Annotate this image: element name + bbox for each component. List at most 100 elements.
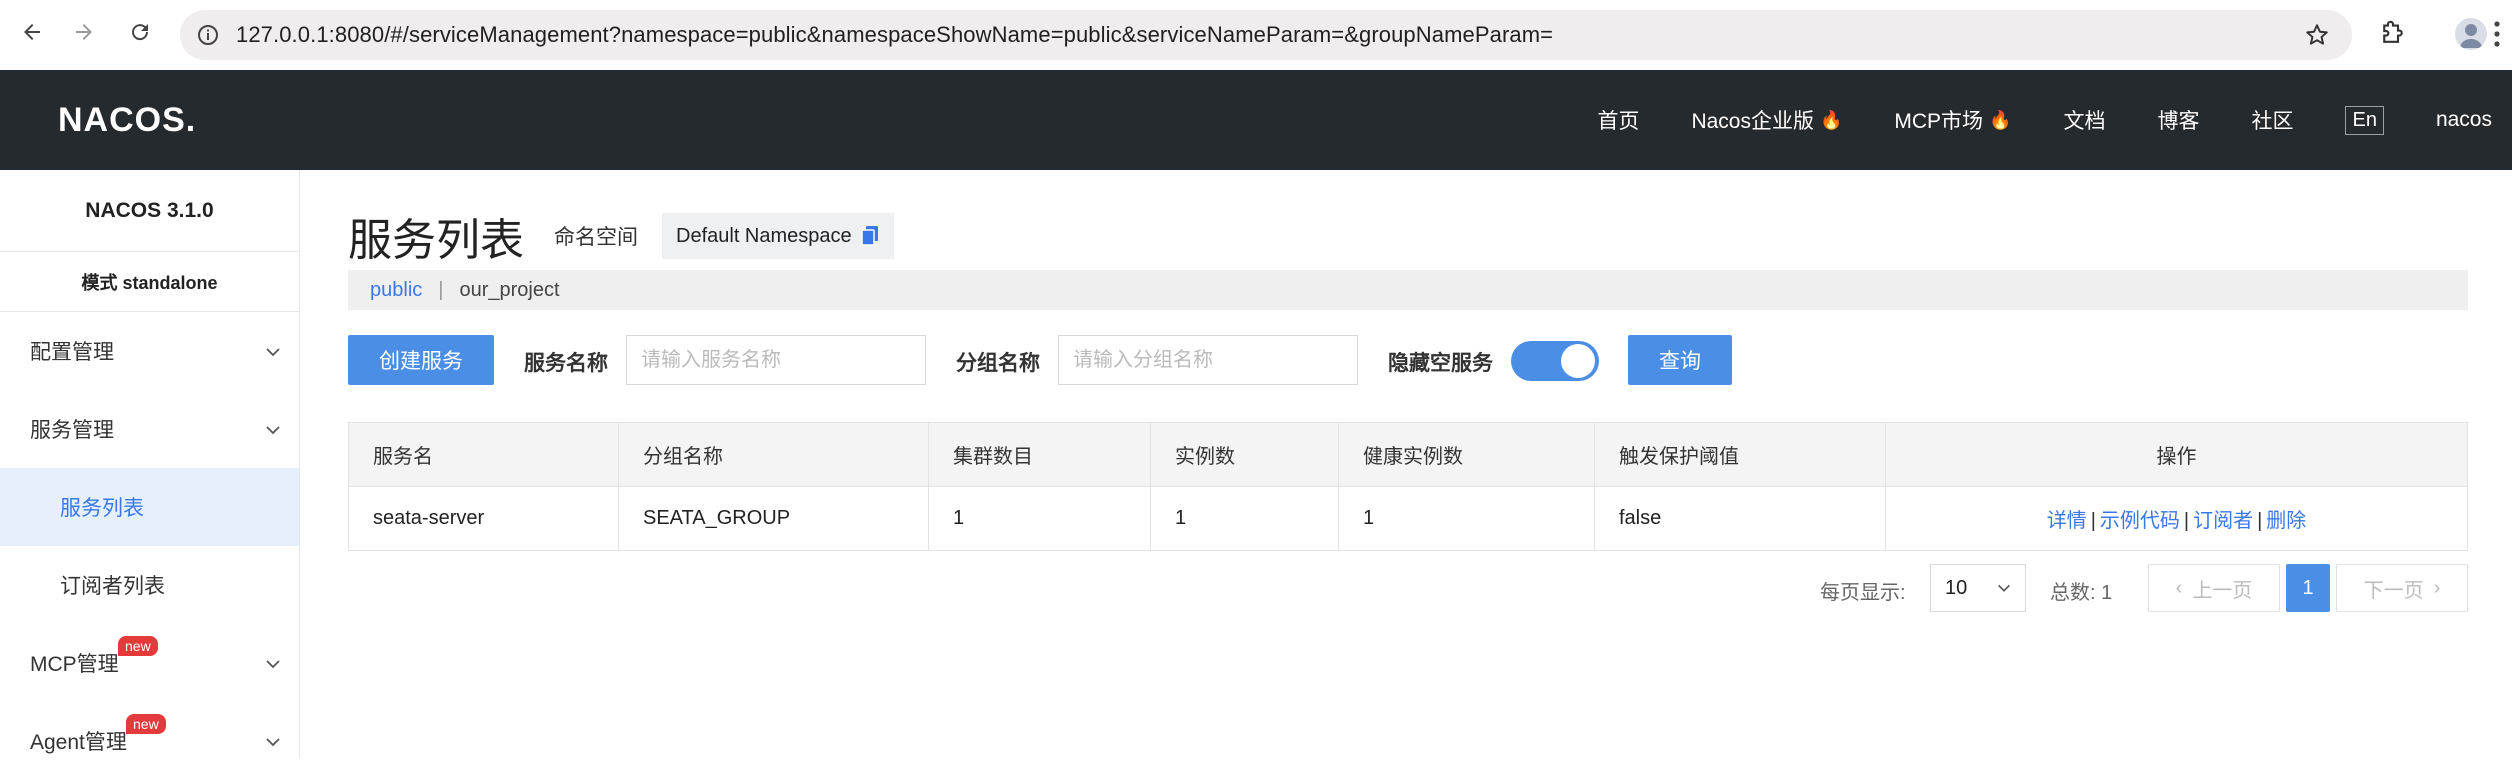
chevron-down-icon — [266, 660, 280, 669]
column-header: 触发保护阈值 — [1594, 422, 1886, 487]
new-badge: new — [118, 636, 158, 656]
nav-enterprise-label: Nacos企业版 — [1691, 110, 1814, 133]
address-bar[interactable]: 127.0.0.1:8080/#/serviceManagement?names… — [180, 10, 2352, 60]
cell-healthy-count: 1 — [1338, 486, 1595, 551]
new-badge: new — [126, 714, 166, 734]
browser-toolbar: 127.0.0.1:8080/#/serviceManagement?names… — [0, 0, 2512, 70]
extensions-icon[interactable] — [2378, 18, 2408, 48]
pagination: 每页显示: 10 总数: 1 ‹ 上一页 1 下一页 › — [348, 564, 2468, 612]
sidebar-item-label: 服务管理 — [30, 419, 114, 442]
app-header: NACOS. 首页 Nacos企业版 🔥 MCP市场 🔥 文档 博客 社区 En n… — [0, 70, 2512, 170]
service-name-input[interactable] — [626, 335, 926, 385]
next-page-button[interactable]: 下一页 › — [2336, 564, 2468, 612]
cell-cluster-count: 1 — [928, 486, 1151, 551]
nav-blog[interactable]: 博客 — [2157, 105, 2199, 135]
nav-blog-label: 博客 — [2157, 110, 2200, 133]
sidebar-item-agent-management[interactable]: Agent管理 new — [0, 702, 299, 780]
nav-mcp-market-label: MCP市场 — [1894, 110, 1984, 133]
table-row: seata-server SEATA_GROUP 1 1 1 false 详情 |… — [348, 486, 2468, 551]
language-switch[interactable]: En — [2345, 105, 2384, 135]
column-header: 操作 — [1885, 422, 2468, 487]
cell-group-name: SEATA_GROUP — [618, 486, 929, 551]
service-name-label: 服务名称 — [524, 352, 608, 375]
nav-home-label: 首页 — [1597, 110, 1640, 133]
more-menu-icon[interactable] — [2494, 20, 2500, 48]
sidebar-item-mcp-management[interactable]: MCP管理 new — [0, 624, 299, 702]
top-nav: 首页 Nacos企业版 🔥 MCP市场 🔥 文档 博客 社区 En nacos — [1597, 70, 2512, 170]
chevron-left-icon: ‹ — [2175, 576, 2183, 599]
nav-mcp-market[interactable]: MCP市场 🔥 — [1894, 105, 2011, 135]
nav-home[interactable]: 首页 — [1597, 105, 1639, 135]
namespace-name: Default Namespace — [676, 224, 852, 247]
info-icon[interactable] — [196, 23, 220, 47]
reload-button[interactable] — [124, 16, 156, 48]
details-link[interactable]: 详情 — [2047, 510, 2087, 532]
chevron-down-icon — [266, 426, 280, 435]
prev-page-button[interactable]: ‹ 上一页 — [2148, 564, 2280, 612]
hide-empty-toggle[interactable] — [1511, 341, 1599, 381]
column-header: 健康实例数 — [1338, 422, 1595, 487]
service-table: 服务名 分组名称 集群数目 实例数 健康实例数 触发保护阈值 操作 seata-… — [348, 422, 2468, 551]
cell-service-name: seata-server — [348, 486, 619, 551]
column-header: 分组名称 — [618, 422, 929, 487]
sidebar-item-service-management[interactable]: 服务管理 — [0, 390, 299, 468]
language-label: En — [2345, 105, 2384, 135]
version-label: NACOS 3.1.0 — [0, 170, 299, 252]
fire-icon: 🔥 — [1819, 109, 1843, 130]
nav-docs-label: 文档 — [2063, 110, 2106, 133]
namespace-separator: | — [438, 278, 444, 301]
group-name-label: 分组名称 — [956, 352, 1040, 375]
page-size-select[interactable]: 10 — [1930, 564, 2026, 612]
create-service-button[interactable]: 创建服务 — [348, 335, 494, 385]
query-button[interactable]: 查询 — [1628, 335, 1732, 385]
page-number-current[interactable]: 1 — [2286, 564, 2330, 612]
total-count: 总数: 1 — [2050, 582, 2113, 604]
nav-docs[interactable]: 文档 — [2063, 105, 2105, 135]
ops-separator: | — [2090, 510, 2096, 532]
sidebar-item-subscriber-list[interactable]: 订阅者列表 — [0, 546, 299, 624]
avatar-icon — [2460, 24, 2482, 48]
user-menu[interactable]: nacos — [2436, 108, 2492, 132]
chevron-down-icon — [266, 348, 280, 357]
sidebar-item-config-management[interactable]: 配置管理 — [0, 312, 299, 390]
group-name-input[interactable] — [1058, 335, 1358, 385]
nav-enterprise[interactable]: Nacos企业版 🔥 — [1691, 105, 1842, 135]
column-header: 实例数 — [1150, 422, 1339, 487]
ops-separator: | — [2183, 510, 2190, 532]
back-button[interactable] — [16, 16, 48, 48]
delete-link[interactable]: 删除 — [2266, 510, 2306, 532]
sample-code-link[interactable]: 示例代码 — [2100, 510, 2180, 532]
subscribers-link[interactable]: 订阅者 — [2193, 510, 2253, 532]
next-page-label: 下一页 — [2363, 579, 2424, 602]
namespace-chip: Default Namespace — [662, 213, 894, 259]
nacos-logo[interactable]: NACOS. — [58, 98, 196, 142]
nav-community-label: 社区 — [2251, 110, 2294, 133]
namespace-tab-our-project[interactable]: our_project — [459, 279, 559, 302]
url-text[interactable]: 127.0.0.1:8080/#/serviceManagement?names… — [236, 22, 1553, 48]
sidebar-item-service-list[interactable]: 服务列表 — [0, 468, 299, 546]
column-header: 集群数目 — [928, 422, 1151, 487]
copy-icon[interactable] — [860, 225, 880, 247]
hide-empty-label: 隐藏空服务 — [1388, 352, 1493, 375]
toggle-knob — [1561, 344, 1595, 378]
mode-label: 模式 standalone — [0, 252, 299, 312]
page-size-label: 每页显示: — [1820, 582, 1906, 604]
sidebar-item-label: MCP管理 — [30, 653, 119, 676]
table-header-row: 服务名 分组名称 集群数目 实例数 健康实例数 触发保护阈值 操作 — [348, 422, 2468, 487]
username: nacos — [2435, 108, 2492, 131]
profile-avatar[interactable] — [2455, 18, 2487, 50]
forward-button[interactable] — [68, 16, 100, 48]
cell-operations: 详情 | 示例代码 | 订阅者 | 删除 — [1885, 486, 2468, 551]
page-title: 服务列表 — [348, 216, 524, 265]
bookmark-star-icon[interactable] — [2304, 22, 2330, 48]
column-header: 服务名 — [348, 422, 619, 487]
ops-separator: | — [2257, 510, 2263, 532]
filter-bar: 创建服务 服务名称 分组名称 隐藏空服务 查询 — [348, 335, 2468, 385]
cell-protect-threshold: false — [1594, 486, 1886, 551]
chevron-down-icon — [266, 738, 280, 747]
sidebar-item-label: Agent管理 — [30, 731, 127, 754]
namespace-tab-public[interactable]: public — [370, 279, 422, 302]
nav-community[interactable]: 社区 — [2251, 105, 2293, 135]
sidebar-item-label: 配置管理 — [30, 341, 114, 364]
reload-icon — [132, 24, 149, 41]
